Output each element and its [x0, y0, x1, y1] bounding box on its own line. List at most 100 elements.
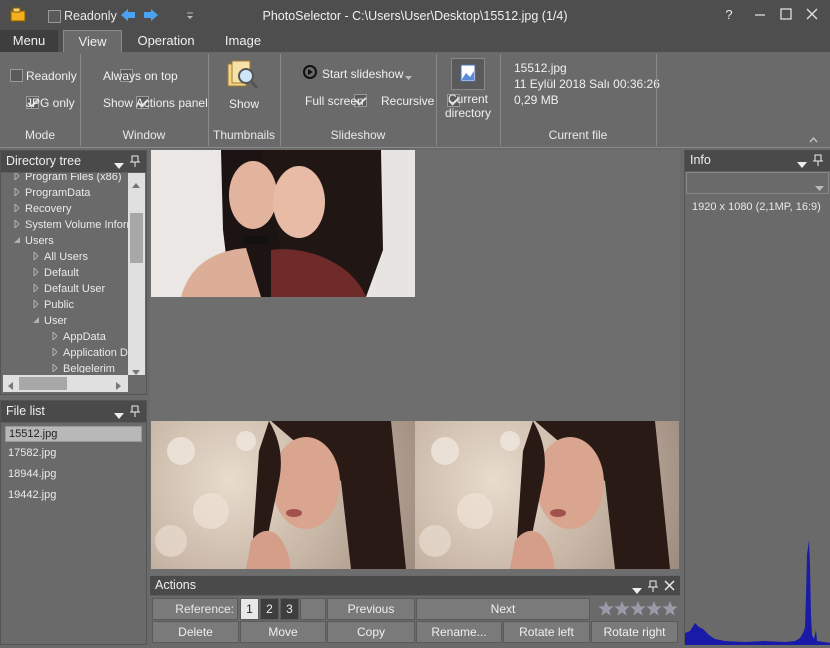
reference-button-2[interactable]: 2: [260, 598, 279, 620]
file-list-item[interactable]: 18944.jpg: [5, 467, 142, 483]
tree-item-label: AppData: [63, 331, 106, 343]
tab-image[interactable]: Image: [212, 30, 274, 52]
star-icon[interactable]: [646, 601, 662, 616]
scroll-thumb[interactable]: [130, 213, 143, 263]
histogram: [685, 535, 830, 645]
rotate-right-button[interactable]: Rotate right: [591, 621, 678, 643]
tree-item[interactable]: Recovery: [13, 201, 71, 217]
expand-closed-icon[interactable]: [32, 265, 44, 281]
tab-view[interactable]: View: [63, 30, 122, 53]
ribbon-tabs: Menu View Operation Image: [0, 30, 830, 53]
expand-closed-icon[interactable]: [13, 217, 25, 233]
pin-icon[interactable]: [130, 405, 140, 417]
readonly-titlebar-checkbox[interactable]: [48, 10, 61, 23]
back-arrow-icon[interactable]: [120, 8, 136, 22]
start-slideshow-button[interactable]: Start slideshow: [322, 67, 403, 81]
current-directory-line2[interactable]: directory: [437, 106, 499, 120]
scroll-right-icon[interactable]: [116, 379, 122, 390]
maximize-button[interactable]: [778, 6, 794, 22]
help-button[interactable]: ?: [722, 7, 736, 22]
pin-icon[interactable]: [813, 154, 823, 166]
previous-button[interactable]: Previous: [327, 598, 415, 620]
scroll-thumb[interactable]: [19, 377, 67, 390]
chevron-down-icon[interactable]: [815, 181, 824, 191]
tree-item[interactable]: User: [32, 313, 67, 329]
tree-item[interactable]: System Volume Information: [13, 217, 128, 233]
move-button[interactable]: Move: [240, 621, 326, 643]
file-list-item[interactable]: 19442.jpg: [5, 488, 142, 504]
tab-operation[interactable]: Operation: [130, 30, 202, 52]
reference-image-2[interactable]: [151, 421, 415, 569]
current-directory-line1[interactable]: Current: [437, 92, 499, 106]
scroll-down-icon[interactable]: [132, 365, 140, 375]
tree-item[interactable]: Public: [32, 297, 74, 313]
tree-item[interactable]: Program Files (x86): [13, 173, 122, 185]
current-file-date: 11 Eylül 2018 Salı 00:36:26: [514, 77, 660, 91]
rename-button[interactable]: Rename...: [416, 621, 502, 643]
slideshow-icon[interactable]: [302, 64, 318, 80]
copy-button[interactable]: Copy: [327, 621, 415, 643]
tree-item[interactable]: Default User: [32, 281, 105, 297]
panel-menu-icon[interactable]: [114, 408, 124, 419]
panel-menu-icon[interactable]: [632, 583, 642, 594]
reference-button-3[interactable]: 3: [280, 598, 299, 620]
info-title: Info: [690, 153, 711, 167]
info-select[interactable]: [686, 172, 829, 194]
rating-stars[interactable]: [598, 599, 678, 619]
tree-item[interactable]: Application Data: [51, 345, 128, 361]
chevron-down-icon[interactable]: [405, 70, 412, 80]
expand-closed-icon[interactable]: [13, 173, 25, 185]
tree-item[interactable]: Default: [32, 265, 79, 281]
expand-closed-icon[interactable]: [32, 281, 44, 297]
expand-open-icon[interactable]: [32, 313, 44, 329]
star-icon[interactable]: [614, 601, 630, 616]
current-directory-icon[interactable]: [451, 58, 485, 90]
minimize-button[interactable]: [752, 6, 768, 22]
close-button[interactable]: [804, 6, 820, 22]
close-icon[interactable]: [664, 580, 675, 591]
expand-closed-icon[interactable]: [51, 345, 63, 361]
panel-menu-icon[interactable]: [797, 157, 807, 168]
file-list-item[interactable]: 15512.jpg: [5, 426, 142, 442]
tree-item-label: Program Files (x86): [25, 173, 122, 183]
actions-panel: Actions Reference: 1 2 3 Previous Next D…: [150, 576, 680, 645]
reference-button-1[interactable]: 1: [240, 598, 259, 620]
expand-closed-icon[interactable]: [32, 297, 44, 313]
tree-item[interactable]: AppData: [51, 329, 106, 345]
thumbnails-show-button[interactable]: Show: [208, 97, 280, 111]
tree-horizontal-scrollbar[interactable]: [3, 375, 128, 392]
star-icon[interactable]: [662, 601, 678, 616]
expand-closed-icon[interactable]: [13, 185, 25, 201]
reference-image-1[interactable]: [151, 150, 415, 297]
expand-closed-icon[interactable]: [32, 249, 44, 265]
delete-button[interactable]: Delete: [152, 621, 239, 643]
tree-item[interactable]: Belgelerim: [51, 361, 115, 373]
pin-icon[interactable]: [130, 155, 140, 167]
tab-menu[interactable]: Menu: [0, 30, 58, 52]
show-actions-label: Show Actions panel: [103, 96, 208, 110]
file-list-item[interactable]: 17582.jpg: [5, 446, 142, 462]
tree-vertical-scrollbar[interactable]: [128, 173, 145, 375]
next-button[interactable]: Next: [416, 598, 590, 620]
pin-icon[interactable]: [648, 580, 658, 592]
tree-item-label: User: [44, 315, 68, 327]
star-icon[interactable]: [598, 601, 614, 616]
thumbnails-show-icon[interactable]: [224, 58, 260, 92]
forward-arrow-icon[interactable]: [143, 8, 159, 22]
tree-item[interactable]: ProgramData: [13, 185, 90, 201]
expand-closed-icon[interactable]: [51, 329, 63, 345]
rotate-left-button[interactable]: Rotate left: [503, 621, 590, 643]
tree-item-label: Belgelerim: [63, 363, 115, 373]
reference-image-3[interactable]: [415, 421, 679, 569]
readonly-checkbox[interactable]: [10, 69, 23, 82]
scroll-left-icon[interactable]: [7, 379, 13, 390]
panel-menu-icon[interactable]: [114, 158, 124, 169]
tree-item[interactable]: All Users: [32, 249, 88, 265]
expand-open-icon[interactable]: [13, 233, 25, 249]
scroll-up-icon[interactable]: [132, 177, 140, 188]
expand-closed-icon[interactable]: [13, 201, 25, 217]
tree-item[interactable]: Users: [13, 233, 54, 249]
collapse-ribbon-icon[interactable]: [809, 132, 818, 143]
star-icon[interactable]: [630, 601, 646, 616]
expand-closed-icon[interactable]: [51, 361, 63, 373]
